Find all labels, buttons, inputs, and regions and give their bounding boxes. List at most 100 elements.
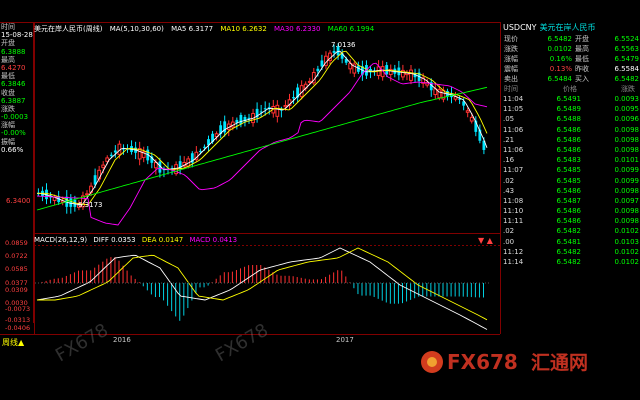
tick-price: 6.5482 [556,227,582,236]
tick-row[interactable]: .21 6.5486 0.0098 [501,135,640,145]
quote-symbol: USDCNY [503,23,537,32]
tick-row[interactable]: 11:04 6.5491 0.0093 [501,94,640,104]
ma5-value: MA5 6.3177 [171,25,214,33]
macd-controls[interactable]: ▼ ▲ [478,236,493,245]
info-value: 15-08-28 [1,31,33,40]
quote-row: 涨幅 0.16% 最低 6.5479 [501,54,640,64]
tick-change: 0.0097 [614,196,640,205]
macd-axis-label: 0.0309 [5,286,28,294]
quote-label: 买入 [575,75,589,83]
macd-value: MACD 0.0413 [189,236,238,244]
quote-label: 开盘 [575,35,589,43]
tick-list[interactable]: 11:04 6.5491 0.0093 11:05 6.5489 0.0095 .05 6.5… [501,94,640,267]
info-value: 6.4270 [1,63,26,72]
tick-time: .43 [503,186,515,195]
tick-row[interactable]: 11:12 6.5482 0.0102 [501,247,640,257]
quote-label: 现价 [504,35,518,43]
time-axis: 周线▲ 2016 2017 [0,334,500,349]
tick-time: 11:11 [503,217,524,226]
tick-change: 0.0101 [614,156,640,165]
ticks-header: 时间 价格 涨跌 [501,85,640,94]
tick-price: 6.5486 [556,207,582,216]
tick-change: 0.0099 [614,166,640,175]
macd-label: MACD(26,12,9) [34,236,88,244]
tick-time: .21 [503,135,515,144]
tick-time: 11:07 [503,166,524,175]
tick-row[interactable]: 11:06 6.5486 0.0098 [501,125,640,135]
quote-summary: 现价 6.5482 开盘 6.5524 涨跌 0.0102 最高 6.5563 涨幅 0.16% 最… [501,34,640,84]
tick-change: 0.0096 [614,115,640,124]
info-value: 6.3846 [1,80,26,89]
tick-row[interactable]: .02 6.5485 0.0099 [501,176,640,186]
quote-value: 6.5479 [614,55,640,63]
chart-header: 美元在岸人民币(周线) MA(5,10,30,60) MA5 6.3177 MA… [34,24,379,34]
candle-body [307,80,312,83]
info-label: 振幅 [1,137,15,146]
info-label: 涨跌 [1,104,15,113]
tick-row[interactable]: .05 6.5488 0.0096 [501,114,640,124]
chart-title[interactable]: 美元在岸人民币(周线) [34,25,102,33]
candle-body [203,146,206,148]
quote-panel: USDCNY 美元在岸人民币 现价 6.5482 开盘 6.5524 涨跌 0.0102 最高… [500,22,640,334]
candle-body [199,150,202,152]
chart-area[interactable]: 7.0136 6.3173 6.3400 [0,0,500,335]
candle-body [320,60,324,67]
macd-axis-label: -0.0073 [5,305,31,313]
tick-price: 6.5486 [556,217,582,226]
tick-row[interactable]: 11:06 6.5486 0.0098 [501,145,640,155]
period-selector[interactable]: 周线▲ [2,337,24,348]
tick-row[interactable]: 11:11 6.5486 0.0098 [501,216,640,226]
ma30-value: MA30 6.2330 [274,25,321,33]
tick-time: 11:06 [503,125,524,134]
candle-body [69,198,73,207]
macd-axis-label: -0.0313 [5,316,31,324]
quote-row: 现价 6.5482 开盘 6.5524 [501,34,640,44]
tick-time: 11:10 [503,207,524,216]
tick-row[interactable]: 11:05 6.5489 0.0095 [501,104,640,114]
tick-time: 11:04 [503,95,524,103]
tick-row[interactable]: .43 6.5486 0.0098 [501,186,640,196]
tick-price: 6.5486 [556,125,582,134]
tick-change: 0.0098 [614,217,640,226]
macd-dea: DEA 0.0147 [141,236,184,244]
quote-label: 最高 [575,45,589,53]
macd-axis-label: 0.0585 [5,265,28,273]
quote-value: 6.5482 [614,75,640,83]
tick-time: 11:12 [503,247,524,256]
info-value: -0.00% [1,129,26,138]
quote-value: 6.5484 [547,75,573,83]
ma60-value: MA60 6.1994 [327,25,375,33]
tick-price: 6.5487 [556,196,582,205]
tick-price: 6.5486 [556,145,582,154]
info-value: -0.0003 [1,113,29,122]
tick-row[interactable]: .02 6.5482 0.0102 [501,226,640,236]
tick-change: 0.0102 [614,247,640,256]
tick-price: 6.5485 [556,166,582,175]
candle-body [101,164,106,168]
candle-body [332,51,336,53]
tick-price: 6.5491 [556,95,582,103]
tick-price: 6.5482 [556,258,582,266]
info-label: 涨幅 [1,121,15,130]
logo-fx678: FX678 [447,350,518,374]
tick-row[interactable]: .00 6.5481 0.0103 [501,237,640,247]
macd-diff: DIFF 0.0353 [93,236,136,244]
tick-row[interactable]: 11:07 6.5485 0.0099 [501,165,640,175]
quote-value: 0.16% [549,55,572,63]
ticks-header-time: 时间 [504,85,518,93]
info-label: 最低 [1,72,15,81]
tick-change: 0.0099 [614,176,640,185]
tick-row[interactable]: .16 6.5483 0.0101 [501,155,640,165]
macd-header: MACD(26,12,9) DIFF 0.0353 DEA 0.0147 MAC… [34,236,241,245]
info-label: 时间 [1,23,15,31]
quote-value: 6.5563 [614,45,640,53]
candle-body [275,104,280,117]
tick-row[interactable]: 11:08 6.5487 0.0097 [501,196,640,206]
tick-change: 0.0103 [614,237,640,246]
tick-row[interactable]: 11:10 6.5486 0.0098 [501,206,640,216]
macd-axis-label: 0.0722 [5,252,28,260]
candle-body [85,193,89,196]
candle-body [409,69,413,81]
quote-row: 涨跌 0.0102 最高 6.5563 [501,44,640,54]
tick-row[interactable]: 11:14 6.5482 0.0102 [501,257,640,267]
